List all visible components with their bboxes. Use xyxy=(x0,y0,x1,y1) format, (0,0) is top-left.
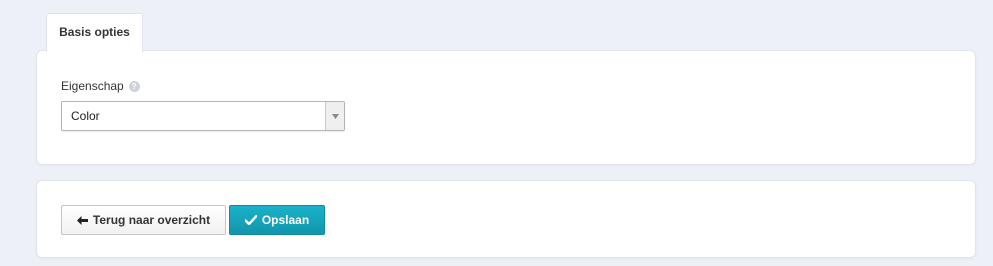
property-select[interactable]: Color xyxy=(61,101,345,131)
checkmark-icon xyxy=(244,215,257,225)
property-label-text: Eigenschap xyxy=(61,79,124,93)
save-button-label: Opslaan xyxy=(261,213,310,227)
tab-basis-opties[interactable]: Basis opties xyxy=(46,13,143,52)
actions-panel: Terug naar overzicht Opslaan xyxy=(36,180,976,258)
help-icon[interactable]: ? xyxy=(128,80,140,92)
back-to-overview-button[interactable]: Terug naar overzicht xyxy=(61,205,226,235)
caret-down-icon[interactable] xyxy=(325,102,344,130)
options-panel: Eigenschap ? Color xyxy=(36,50,976,165)
tab-label: Basis opties xyxy=(59,25,130,39)
arrow-left-icon xyxy=(76,215,88,225)
save-button[interactable]: Opslaan xyxy=(229,205,325,235)
back-button-label: Terug naar overzicht xyxy=(92,213,211,227)
property-select-value: Color xyxy=(71,109,100,123)
property-field-label: Eigenschap ? xyxy=(61,79,140,93)
